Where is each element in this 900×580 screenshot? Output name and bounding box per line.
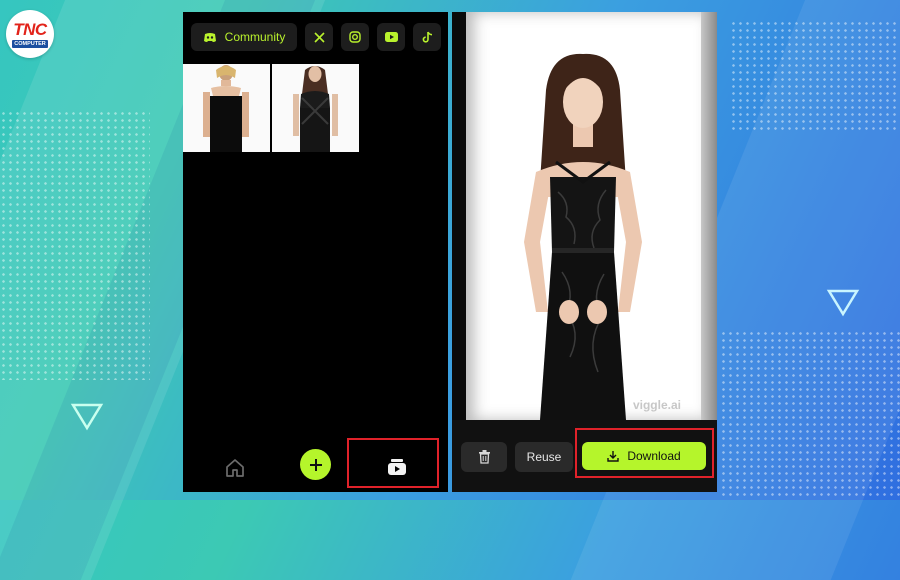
tnc-computer-logo: TNC COMPUTER	[6, 10, 54, 58]
home-icon[interactable]	[223, 456, 247, 480]
triangle-decoration	[826, 289, 860, 317]
x-button[interactable]	[305, 23, 333, 51]
social-topbar: Community	[191, 23, 441, 51]
background-dots	[730, 20, 900, 130]
preview-edge-shadow	[701, 12, 717, 420]
reuse-label: Reuse	[526, 450, 562, 464]
discord-icon	[203, 32, 216, 42]
gallery-thumbnail[interactable]	[183, 64, 270, 152]
gallery-grid	[183, 64, 359, 152]
generated-character-image	[524, 53, 642, 420]
reuse-button[interactable]: Reuse	[515, 442, 573, 472]
highlight-download-box	[575, 428, 714, 478]
tiktok-icon	[422, 31, 432, 43]
logo-subtext: COMPUTER	[12, 39, 48, 48]
community-button[interactable]: Community	[191, 23, 297, 51]
trash-icon	[478, 450, 490, 464]
result-screen: viggle.ai Reuse Download	[452, 12, 717, 492]
tiktok-button[interactable]	[413, 23, 441, 51]
gallery-screen: Community	[183, 12, 448, 492]
gallery-thumbnail[interactable]	[272, 64, 359, 152]
background-dots	[720, 330, 900, 500]
black-dress-photo	[183, 64, 270, 152]
add-button[interactable]	[300, 449, 331, 480]
plus-icon	[309, 458, 322, 471]
instagram-button[interactable]	[341, 23, 369, 51]
triangle-decoration	[70, 403, 104, 431]
delete-button[interactable]	[461, 442, 507, 472]
youtube-button[interactable]	[377, 23, 405, 51]
background-dots	[0, 110, 150, 380]
community-label: Community	[224, 30, 286, 44]
youtube-icon	[384, 32, 398, 42]
logo-text: TNC	[13, 19, 47, 39]
instagram-icon	[349, 31, 361, 43]
lace-dress-photo	[272, 64, 359, 152]
highlight-library-box	[347, 438, 439, 488]
viggle-watermark: viggle.ai	[632, 398, 681, 412]
x-icon	[313, 31, 325, 43]
result-preview: viggle.ai	[466, 12, 701, 420]
